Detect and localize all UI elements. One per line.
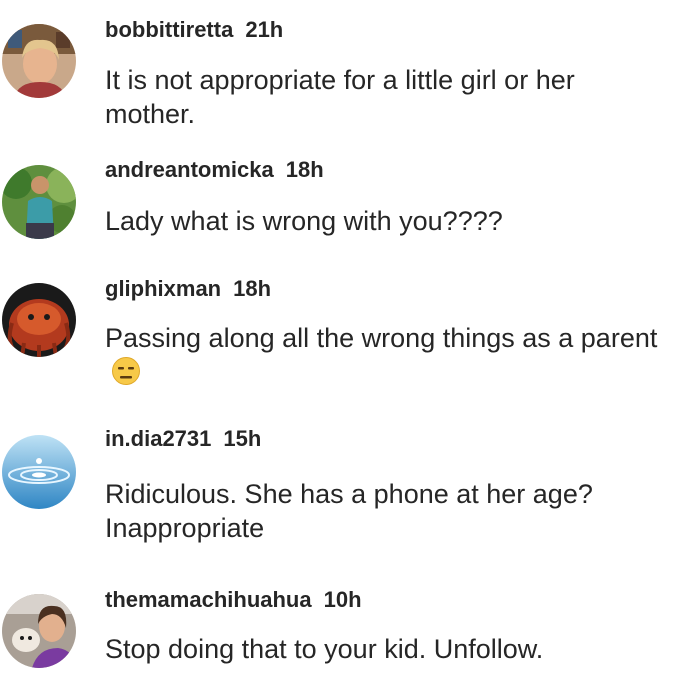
red-creature-avatar bbox=[2, 283, 76, 357]
timestamp[interactable]: 18h bbox=[286, 157, 324, 182]
woman-with-dog-avatar bbox=[2, 594, 76, 668]
person-outdoors-avatar bbox=[2, 165, 76, 239]
comment-text: Passing along all the wrong things as a … bbox=[105, 321, 665, 389]
avatar[interactable] bbox=[2, 165, 76, 239]
expressionless-face-emoji bbox=[111, 356, 141, 386]
timestamp[interactable]: 10h bbox=[324, 587, 362, 612]
comment-text: Stop doing that to your kid. Unfollow. bbox=[105, 634, 544, 664]
comment-meta: bobbittiretta 21h bbox=[105, 17, 283, 43]
username[interactable]: themamachihuahua bbox=[105, 587, 312, 612]
username[interactable]: andreantomicka bbox=[105, 157, 274, 182]
comment-text: It is not appropriate for a little girl … bbox=[105, 65, 575, 129]
avatar[interactable] bbox=[2, 435, 76, 509]
comment-text: Lady what is wrong with you???? bbox=[105, 206, 503, 236]
username[interactable]: in.dia2731 bbox=[105, 426, 211, 451]
water-droplet-avatar bbox=[2, 435, 76, 509]
username[interactable]: gliphixman bbox=[105, 276, 221, 301]
avatar[interactable] bbox=[2, 24, 76, 98]
woman-portrait-avatar bbox=[2, 24, 76, 98]
comment-text-content: Passing along all the wrong things as a … bbox=[105, 323, 658, 353]
comment-text: Ridiculous. She has a phone at her age? … bbox=[105, 479, 593, 543]
timestamp[interactable]: 21h bbox=[245, 17, 283, 42]
username[interactable]: bobbittiretta bbox=[105, 17, 233, 42]
comment-meta: gliphixman 18h bbox=[105, 276, 271, 302]
avatar[interactable] bbox=[2, 283, 76, 357]
comment-meta: themamachihuahua 10h bbox=[105, 587, 362, 613]
comment-meta: andreantomicka 18h bbox=[105, 157, 324, 183]
avatar[interactable] bbox=[2, 594, 76, 668]
comment-meta: in.dia2731 15h bbox=[105, 426, 261, 452]
timestamp[interactable]: 15h bbox=[223, 426, 261, 451]
timestamp[interactable]: 18h bbox=[233, 276, 271, 301]
